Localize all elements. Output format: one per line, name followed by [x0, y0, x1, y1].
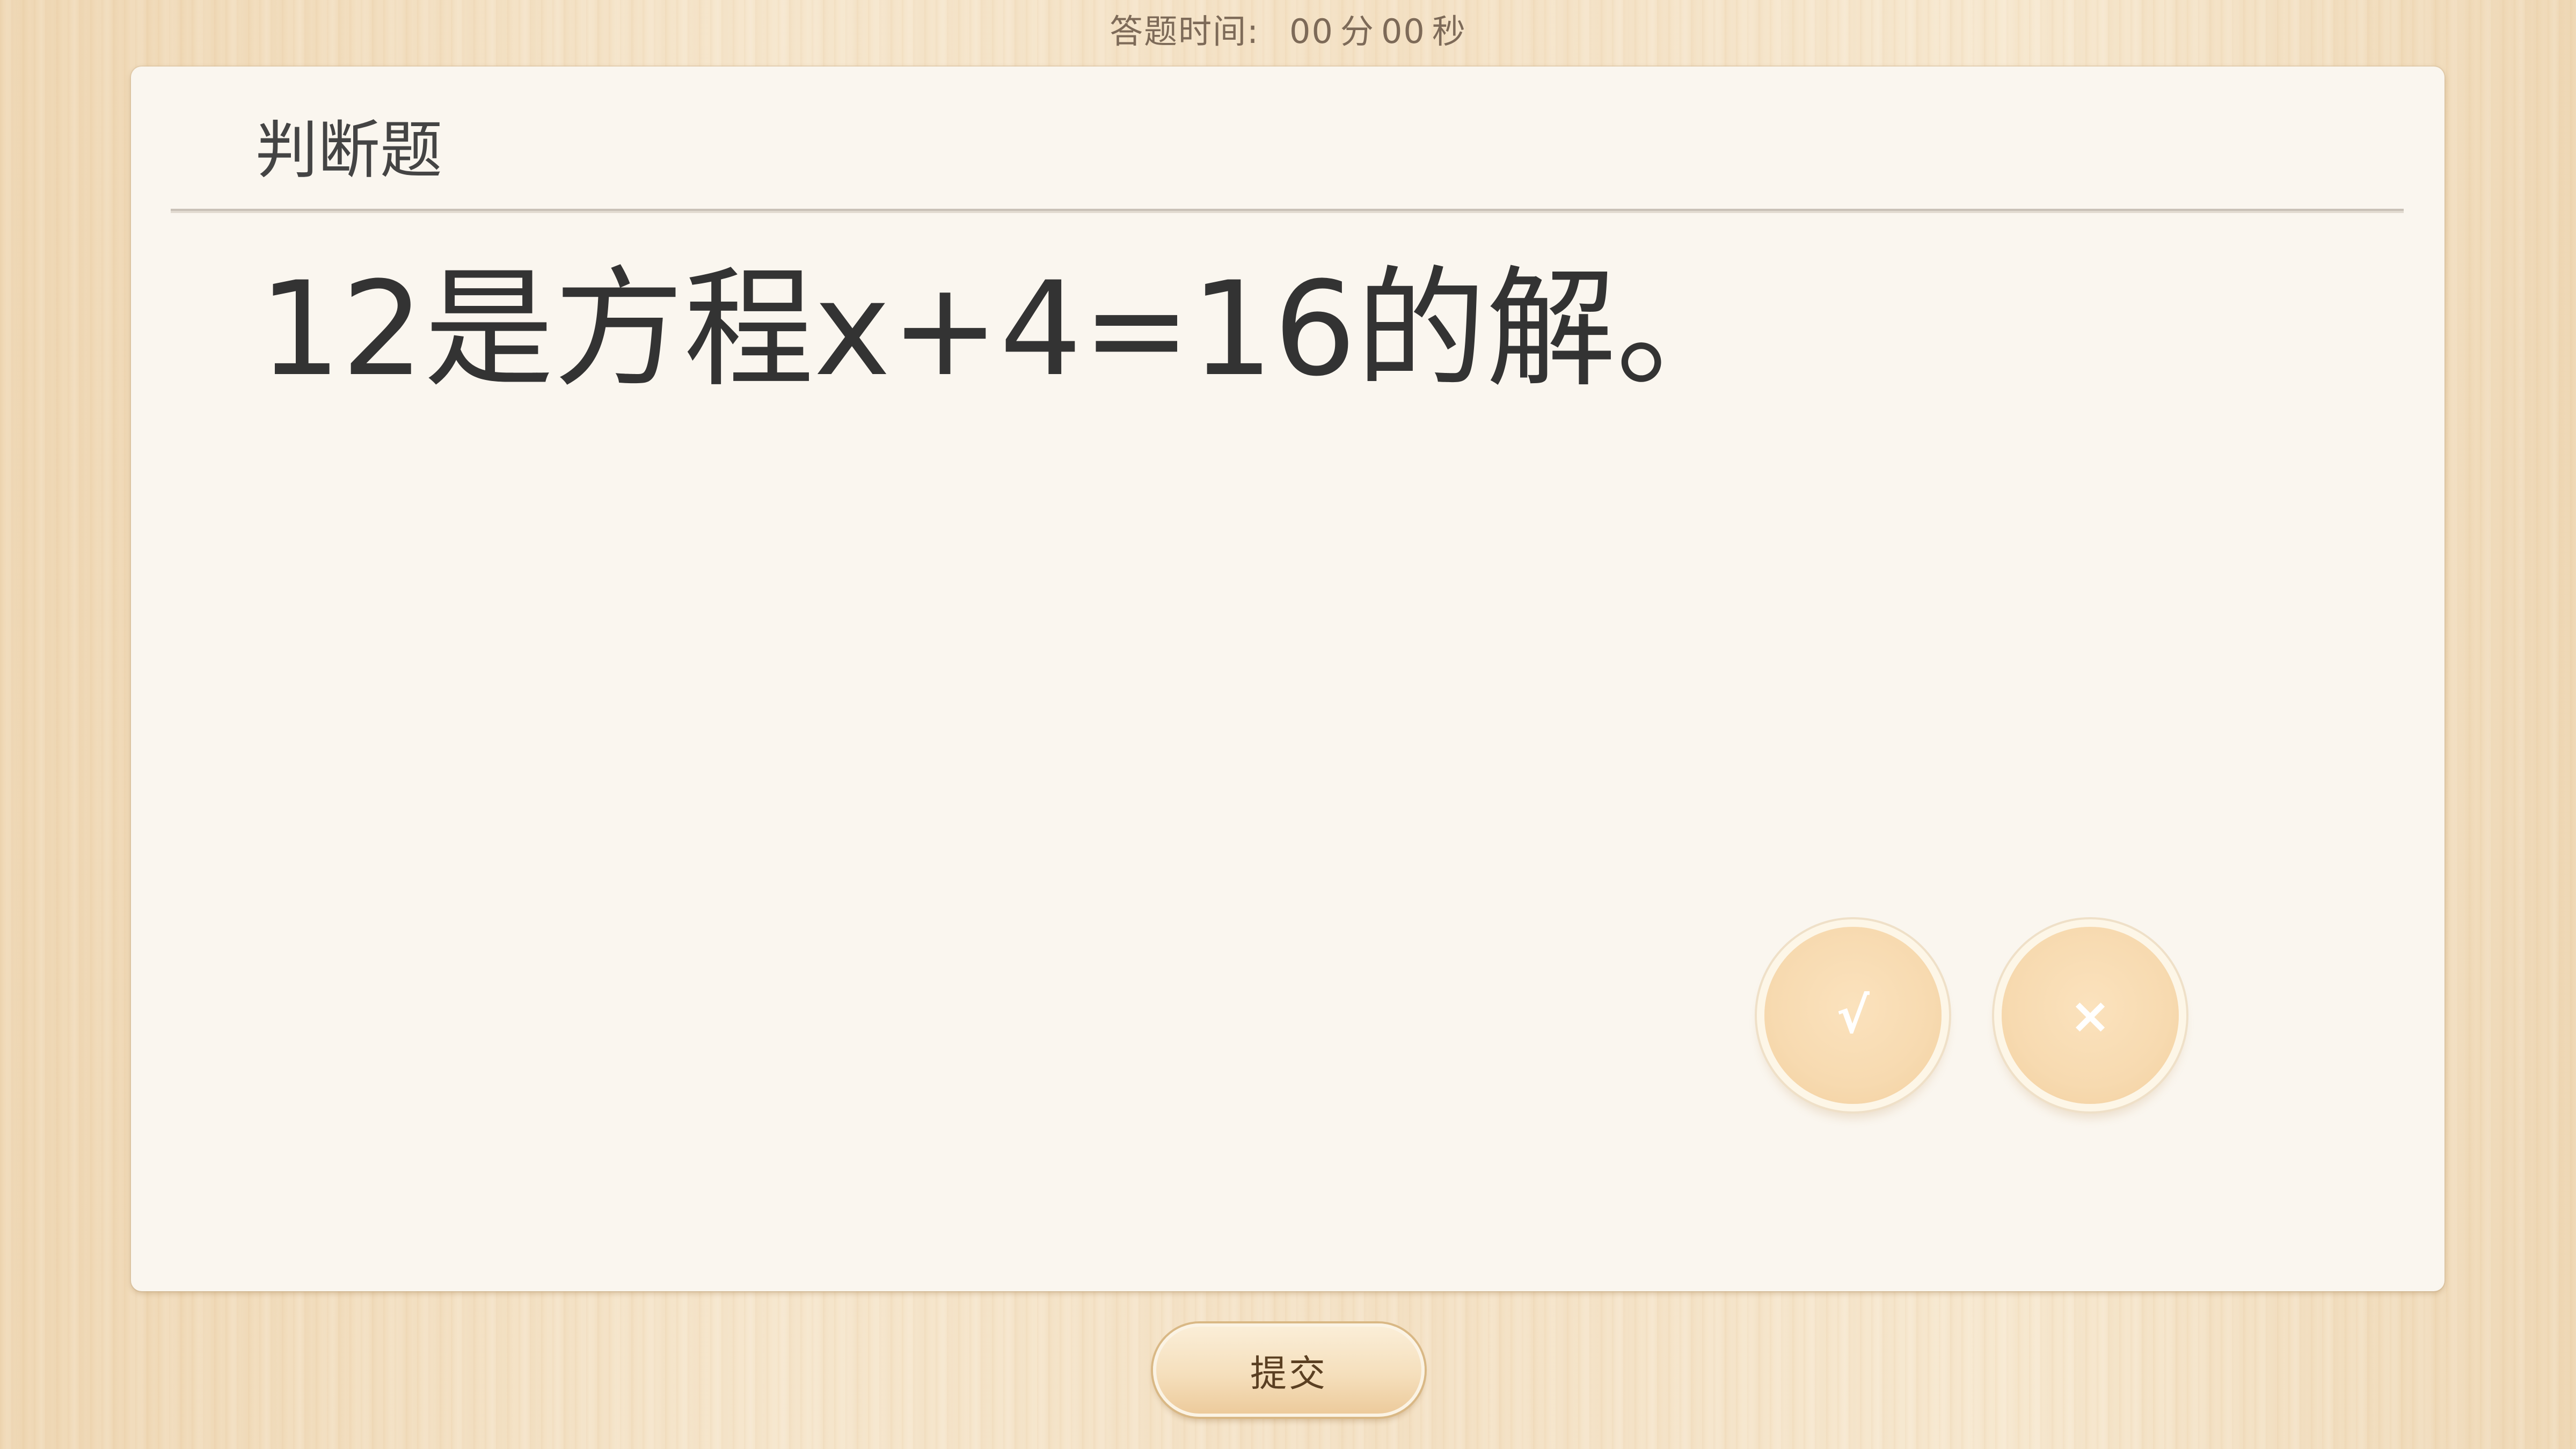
submit-label: 提交	[1250, 1352, 1327, 1395]
timer-label: 答题时间:	[1110, 12, 1260, 51]
title-divider	[171, 209, 2404, 213]
true-answer-button[interactable]: √	[1764, 927, 1942, 1104]
check-icon: √	[1836, 986, 1870, 1044]
timer-seconds-unit: 秒	[1432, 12, 1466, 51]
question-type-title: 判断题	[256, 114, 442, 187]
question-text: 12是方程x+4=16的解。	[259, 254, 1746, 405]
false-answer-button[interactable]: ×	[2002, 927, 2179, 1104]
submit-button[interactable]: 提交	[1153, 1323, 1425, 1417]
question-card: 判断题 12是方程x+4=16的解。	[131, 67, 2444, 1291]
timer-minutes: 00	[1289, 12, 1334, 51]
timer-minutes-unit: 分	[1340, 12, 1375, 51]
timer-seconds: 00	[1381, 12, 1426, 51]
cross-icon: ×	[2069, 986, 2111, 1044]
answer-timer: 答题时间: 00 分 00 秒	[0, 10, 2576, 54]
